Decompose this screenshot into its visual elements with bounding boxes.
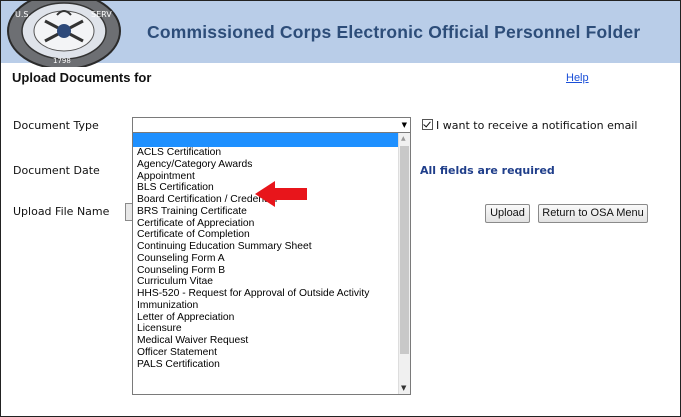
dropdown-option[interactable]: Letter of Appreciation xyxy=(133,312,399,324)
help-link[interactable]: Help xyxy=(566,72,589,84)
scroll-up-icon[interactable]: ▲ xyxy=(401,135,406,142)
dropdown-option[interactable]: Counseling Form B xyxy=(133,265,399,277)
svg-text:1798: 1798 xyxy=(53,57,71,65)
dropdown-option[interactable]: Curriculum Vitae xyxy=(133,276,399,288)
dropdown-option[interactable]: ACLS Certification xyxy=(133,147,399,159)
svg-text:U.S.: U.S. xyxy=(15,10,31,19)
dropdown-option[interactable]: Immunization xyxy=(133,300,399,312)
dropdown-option[interactable]: PALS Certification xyxy=(133,359,399,371)
scrollbar-thumb[interactable] xyxy=(400,146,409,354)
usphs-seal-icon: U.S. SERV 1798 xyxy=(7,1,121,67)
upload-button[interactable]: Upload xyxy=(485,204,530,223)
dropdown-scrollbar[interactable]: ▲ ▼ xyxy=(398,133,410,394)
document-type-label: Document Type xyxy=(13,119,99,132)
dropdown-option[interactable]: Agency/Category Awards xyxy=(133,159,399,171)
dropdown-option[interactable]: Counseling Form A xyxy=(133,253,399,265)
return-to-osa-button[interactable]: Return to OSA Menu xyxy=(538,204,648,223)
dropdown-option[interactable]: Certificate of Completion xyxy=(133,229,399,241)
scroll-down-icon[interactable]: ▼ xyxy=(401,384,406,392)
svg-text:SERV: SERV xyxy=(91,10,112,19)
document-type-dropdown[interactable]: ACLS Certification Agency/Category Awards… xyxy=(132,132,411,395)
red-arrow-icon xyxy=(255,181,307,207)
dropdown-highlighted-option[interactable] xyxy=(133,133,399,147)
header-banner: U.S. SERV 1798 Commissioned Corps Electr… xyxy=(1,1,680,67)
notify-checkbox[interactable] xyxy=(422,119,433,130)
app-frame: U.S. SERV 1798 Commissioned Corps Electr… xyxy=(0,0,681,417)
dropdown-option[interactable]: Continuing Education Summary Sheet xyxy=(133,241,399,253)
dropdown-option[interactable]: BRS Training Certificate xyxy=(133,206,399,218)
notify-label: I want to receive a notification email xyxy=(436,119,638,132)
banner-title: Commissioned Corps Electronic Official P… xyxy=(147,22,641,42)
dropdown-option[interactable]: Officer Statement xyxy=(133,347,399,359)
dropdown-option[interactable]: Medical Waiver Request xyxy=(133,335,399,347)
document-type-select[interactable]: ▼ xyxy=(132,117,411,133)
required-note: All fields are required xyxy=(420,164,555,177)
page-title: Upload Documents for xyxy=(12,70,152,85)
document-date-label: Document Date xyxy=(13,164,100,177)
notify-option[interactable]: I want to receive a notification email xyxy=(422,119,637,132)
dropdown-option[interactable]: Certificate of Appreciation xyxy=(133,218,399,230)
dropdown-arrow-icon[interactable]: ▼ xyxy=(402,121,407,129)
dropdown-option[interactable]: HHS-520 - Request for Approval of Outsid… xyxy=(133,288,399,300)
dropdown-option[interactable]: Licensure xyxy=(133,323,399,335)
upload-file-label: Upload File Name xyxy=(13,205,110,218)
